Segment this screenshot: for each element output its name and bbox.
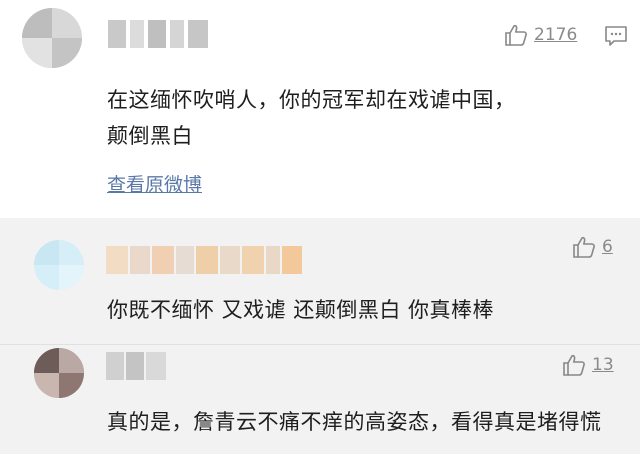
username-blurred[interactable]	[108, 20, 218, 48]
comment-text: 在这缅怀吹哨人，你的冠军却在戏谑中国，颠倒黑白	[107, 88, 516, 148]
thumbs-up-icon	[505, 24, 527, 46]
comment-icon[interactable]	[604, 25, 628, 47]
username-blurred[interactable]	[106, 352, 166, 380]
view-original-link[interactable]: 查看原微博	[107, 170, 202, 197]
divider	[0, 344, 640, 345]
avatar[interactable]	[34, 240, 84, 290]
username-blurred[interactable]	[106, 246, 302, 274]
thumbs-up-icon	[573, 236, 595, 258]
replies-section: 你既不缅怀 又戏谑 还颠倒黑白 你真棒棒 6 13 真的是，詹青云不痛不痒的高姿…	[0, 218, 640, 454]
like-button[interactable]: 13	[562, 354, 614, 376]
reply-text: 真的是，詹青云不痛不痒的高姿态，看得真是堵得慌	[107, 410, 602, 434]
like-button[interactable]: 6	[572, 236, 613, 258]
like-count: 2176	[534, 25, 578, 45]
reply-text: 你既不缅怀 又戏谑 还颠倒黑白 你真棒棒	[107, 298, 495, 322]
like-count: 6	[602, 237, 613, 257]
like-button[interactable]: 2176	[504, 24, 577, 46]
avatar[interactable]	[22, 8, 82, 68]
like-count: 13	[592, 355, 614, 375]
thumbs-up-icon	[563, 354, 585, 376]
avatar[interactable]	[34, 348, 84, 398]
main-comment: 2176 在这缅怀吹哨人，你的冠军却在戏谑中国，颠倒黑白 查看原微博	[0, 0, 640, 218]
